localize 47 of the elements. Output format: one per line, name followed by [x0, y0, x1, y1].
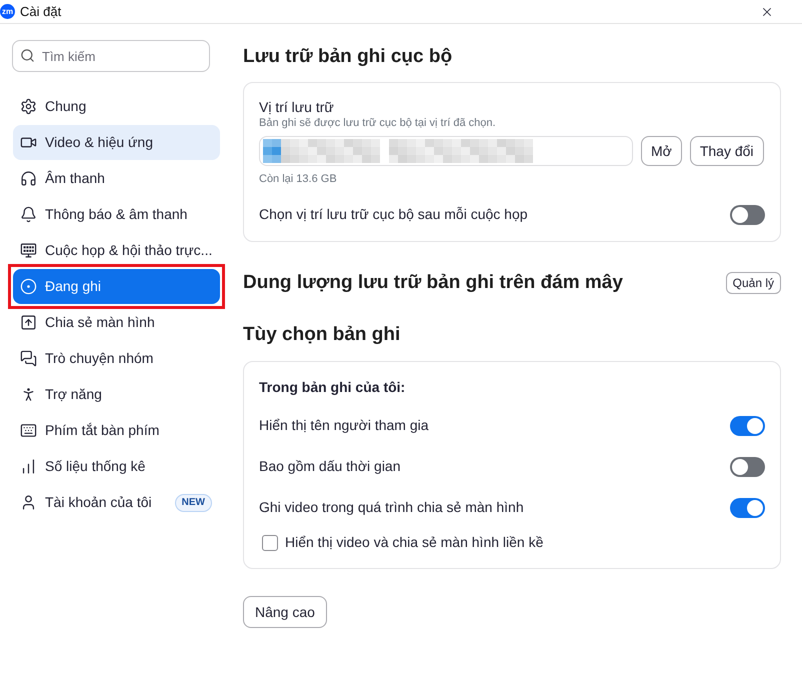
bell-icon — [20, 206, 37, 223]
section-heading: Tùy chọn bản ghi — [243, 323, 402, 347]
monitor-grid-icon — [20, 242, 37, 259]
sidebar-item[interactable]: Chia sẻ màn hình — [13, 305, 220, 340]
option-label: Hiển thị video và chia sẻ màn hình liền kề — [285, 533, 544, 552]
sidebar-item[interactable]: Đang ghi — [13, 269, 220, 304]
toggle-switch[interactable] — [730, 416, 765, 436]
section-heading: Lưu trữ bản ghi cục bộ — [243, 45, 454, 69]
sidebar-item[interactable]: Số liệu thống kê — [13, 449, 220, 484]
sidebar-item[interactable]: Trợ năng — [13, 377, 220, 412]
sidebar-item[interactable]: Cuộc họp & hội thảo trực... — [13, 233, 220, 268]
headphones-icon — [20, 170, 37, 187]
keyboard-icon — [20, 422, 37, 439]
section-heading: Dung lượng lưu trữ bản ghi trên đám mây — [243, 271, 623, 295]
app-logo: zm — [0, 4, 15, 19]
option-label: Ghi video trong quá trình chia sẻ màn hình — [259, 498, 524, 517]
option-label: Bao gồm dấu thời gian — [259, 457, 400, 476]
gear-icon — [20, 98, 37, 115]
option-label: Chọn vị trí lưu trữ cục bộ sau mỗi cuộc họp — [259, 205, 528, 224]
path-field[interactable] — [259, 136, 633, 166]
toggle-switch[interactable] — [730, 498, 765, 518]
bar-chart-icon — [20, 458, 37, 475]
sidebar-item[interactable]: Trò chuyện nhóm — [13, 341, 220, 376]
field-label: Vị trí lưu trữ — [259, 98, 335, 116]
record-icon — [20, 278, 37, 295]
field-hint: Bản ghi sẽ được lưu trữ cục bộ tại vị trí đã chọn. — [259, 116, 497, 130]
window-title: Cài đặt — [20, 2, 62, 21]
action-button[interactable]: Mở — [641, 136, 682, 166]
chat-bubbles-icon — [20, 350, 37, 367]
sidebar-item[interactable]: Âm thanh — [13, 161, 220, 196]
sidebar-item[interactable]: Video & hiệu ứng — [13, 125, 220, 160]
sidebar-item[interactable]: Thông báo & âm thanh — [13, 197, 220, 232]
label-badge: NEW — [174, 494, 212, 512]
manage-button[interactable]: Quản lý — [726, 272, 781, 294]
user-icon — [20, 494, 37, 511]
advanced-button[interactable]: Nâng cao — [243, 596, 327, 628]
toggle-switch[interactable] — [730, 204, 765, 224]
toggle-switch[interactable] — [730, 456, 765, 476]
sidebar-item[interactable]: Phím tắt bàn phím — [13, 413, 220, 448]
search-icon — [20, 48, 35, 63]
checkbox[interactable] — [262, 534, 278, 550]
action-button[interactable]: Thay đổi — [690, 136, 764, 166]
free-space-text: Còn lại 13.6 GB — [259, 172, 338, 186]
group-title: Trong bản ghi của tôi: — [259, 378, 406, 396]
option-label: Hiển thị tên người tham gia — [259, 416, 429, 435]
sidebar-item[interactable]: Chung — [13, 89, 220, 124]
search-field[interactable]: Tìm kiếm — [12, 40, 210, 72]
